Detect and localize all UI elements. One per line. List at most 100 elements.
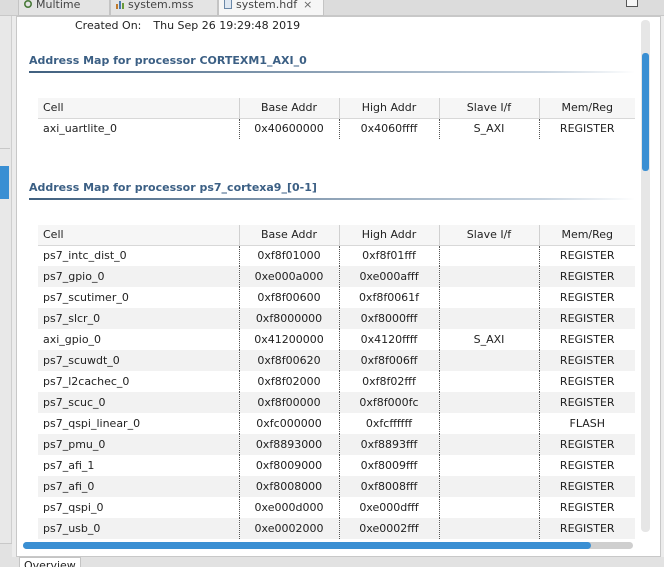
cell-mem-reg: REGISTER [538, 518, 635, 539]
cell-slave-if [438, 476, 539, 497]
cell-slave-if [438, 518, 539, 539]
cell-name: ps7_qspi_linear_0 [43, 417, 141, 430]
vertical-scrollbar-thumb[interactable] [642, 53, 649, 171]
cell-slave-if [438, 434, 539, 455]
cell-name: axi_gpio_0 [43, 333, 102, 346]
table-header-row: Cell Base Addr High Addr Slave I/f Mem/R… [38, 225, 635, 246]
table-row[interactable]: ps7_afi_1 0xf8009000 0xf8009fff REGISTER [38, 455, 635, 476]
cell-slave-if: S_AXI [438, 118, 539, 139]
cell-high-addr: 0xf8009fff [338, 455, 439, 476]
cell-high-addr: 0xf8893fff [338, 434, 439, 455]
table-row[interactable]: ps7_afi_0 0xf8008000 0xf8008fff REGISTER [38, 476, 635, 497]
cell-mem-reg: FLASH [538, 413, 635, 434]
cell-name: ps7_l2cachec_0 [43, 375, 130, 388]
cell-mem-reg: REGISTER [538, 287, 635, 308]
table-row[interactable]: ps7_scutimer_0 0xf8f00600 0xf8f0061f REGIST… [38, 287, 635, 308]
section-title-cortexm1: Address Map for processor CORTEXM1_AXI_0 [29, 54, 307, 67]
cell-mem-reg: REGISTER [538, 308, 635, 329]
table-row[interactable]: ps7_intc_dist_0 0xf8f01000 0xf8f01fff REGIS… [38, 245, 635, 266]
cell-mem-reg: REGISTER [538, 371, 635, 392]
table-row[interactable]: ps7_qspi_0 0xe000d000 0xe000dfff REGISTER [38, 497, 635, 518]
table-row[interactable]: ps7_pmu_0 0xf8893000 0xf8893fff REGISTER [38, 434, 635, 455]
cell-high-addr: 0xe0002fff [338, 518, 439, 539]
cell-slave-if [438, 497, 539, 518]
cell-slave-if [438, 350, 539, 371]
table-row[interactable]: ps7_qspi_linear_0 0xfc000000 0xfcffffff FLA… [38, 413, 635, 434]
col-header-high-addr[interactable]: High Addr [338, 225, 439, 246]
col-header-slave-if[interactable]: Slave I/f [438, 98, 539, 119]
horizontal-scrollbar-thumb[interactable] [23, 542, 591, 549]
bottom-tab-strip: Overview [0, 557, 664, 567]
cell-name: ps7_scuwdt_0 [38, 350, 239, 371]
cell-name: ps7_intc_dist_0 [43, 249, 127, 263]
col-header-cell[interactable]: Cell [38, 98, 239, 119]
cell-base-addr: 0xfc000000 [238, 413, 339, 434]
hardware-spec-panel: Created On: Thu Sep 26 19:29:48 2019 Addr… [16, 16, 661, 557]
cell-base-addr: 0xf8008000 [238, 476, 339, 497]
cell-high-addr: 0xf8f000fc [338, 392, 439, 413]
cell-base-addr: 0xf8f02000 [238, 371, 339, 392]
tab-system-hdf[interactable]: system.hdf × [218, 0, 324, 16]
col-header-slave-if[interactable]: Slave I/f [438, 225, 539, 246]
cell-high-addr: 0xe000afff [338, 266, 439, 287]
cell-name: ps7_afi_1 [43, 459, 95, 472]
table-row[interactable]: ps7_scuc_0 0xf8f00000 0xf8f000fc REGISTER [38, 392, 635, 413]
cell-slave-if [438, 245, 539, 266]
cell-base-addr: 0xe000a000 [238, 266, 339, 287]
col-header-base-addr[interactable]: Base Addr [238, 98, 339, 119]
table-row[interactable]: ps7_gpio_0 0xe000a000 0xe000afff REGISTER [38, 266, 635, 287]
cell-base-addr: 0x40600000 [238, 118, 339, 139]
cell-name: ps7_gpio_0 [38, 266, 239, 287]
cell-base-addr: 0xe000d000 [238, 497, 339, 518]
document-icon [223, 0, 233, 9]
table-row[interactable]: axi_uartlite_0 0x40600000 0x4060ffff S_A… [38, 118, 635, 139]
table-row[interactable]: ps7_scuwdt_0 0xf8f00620 0xf8f006ff REGISTER [38, 350, 635, 371]
selected-item-highlight[interactable] [0, 166, 9, 199]
col-header-base-addr[interactable]: Base Addr [238, 225, 339, 246]
table-header-row: Cell Base Addr High Addr Slave I/f Mem/R… [38, 98, 635, 119]
cell-name: ps7_pmu_0 [38, 434, 239, 455]
tab-overview[interactable]: Overview [19, 557, 81, 567]
cell-high-addr: 0xf8008fff [338, 476, 439, 497]
cell-name: axi_uartlite_0 [43, 122, 118, 136]
cell-mem-reg: REGISTER [538, 455, 635, 476]
cell-base-addr: 0xf8f00600 [238, 287, 339, 308]
col-header-mem-reg[interactable]: Mem/Reg [538, 225, 635, 246]
tab-system-mss[interactable]: system.mss [110, 0, 218, 16]
cell-mem-reg: REGISTER [538, 350, 635, 371]
cell-mem-reg: REGISTER [538, 329, 635, 350]
cell-name: ps7_scutimer_0 [43, 291, 129, 304]
cell-name: ps7_afi_0 [38, 476, 239, 497]
maximize-icon[interactable] [626, 0, 638, 7]
cell-base-addr: 0xf8009000 [238, 455, 339, 476]
col-header-mem-reg[interactable]: Mem/Reg [538, 98, 635, 119]
close-icon[interactable]: × [303, 0, 312, 11]
tab-label: Multime [36, 0, 81, 11]
cell-name: ps7_qspi_0 [43, 501, 104, 514]
cell-mem-reg: REGISTER [538, 476, 635, 497]
col-header-cell[interactable]: Cell [38, 225, 239, 246]
cell-base-addr: 0xf8893000 [238, 434, 339, 455]
horizontal-scrollbar[interactable] [23, 542, 633, 549]
table-row[interactable]: axi_gpio_0 0x41200000 0x4120ffff S_AXI REGIS… [38, 329, 635, 350]
col-header-high-addr[interactable]: High Addr [338, 98, 439, 119]
vertical-scrollbar[interactable] [641, 20, 650, 532]
table-row[interactable]: ps7_l2cachec_0 0xf8f02000 0xf8f02fff REGIST… [38, 371, 635, 392]
table-row[interactable]: ps7_slcr_0 0xf8000000 0xf8000fff REGISTER [38, 308, 635, 329]
cell-name: ps7_usb_0 [38, 518, 239, 539]
chart-icon [115, 0, 125, 9]
cell-mem-reg: REGISTER [538, 434, 635, 455]
section-rule [29, 198, 635, 200]
cell-mem-reg: REGISTER [538, 497, 635, 518]
cell-slave-if [438, 413, 539, 434]
cell-high-addr: 0xfcffffff [338, 413, 439, 434]
tab-multime[interactable]: Multime [18, 0, 110, 16]
cell-mem-reg: REGISTER [538, 245, 635, 266]
created-on-line: Created On: Thu Sep 26 19:29:48 2019 [75, 19, 300, 32]
section-title-cortexa9: Address Map for processor ps7_cortexa9_[… [29, 181, 317, 194]
address-map-table-cortexa9: Cell Base Addr High Addr Slave I/f Mem/R… [38, 225, 635, 539]
table-row[interactable]: ps7_usb_0 0xe0002000 0xe0002fff REGISTER [38, 518, 635, 539]
cell-high-addr: 0x4060ffff [338, 118, 439, 139]
cell-high-addr: 0xf8000fff [338, 308, 439, 329]
cell-base-addr: 0xf8000000 [238, 308, 339, 329]
